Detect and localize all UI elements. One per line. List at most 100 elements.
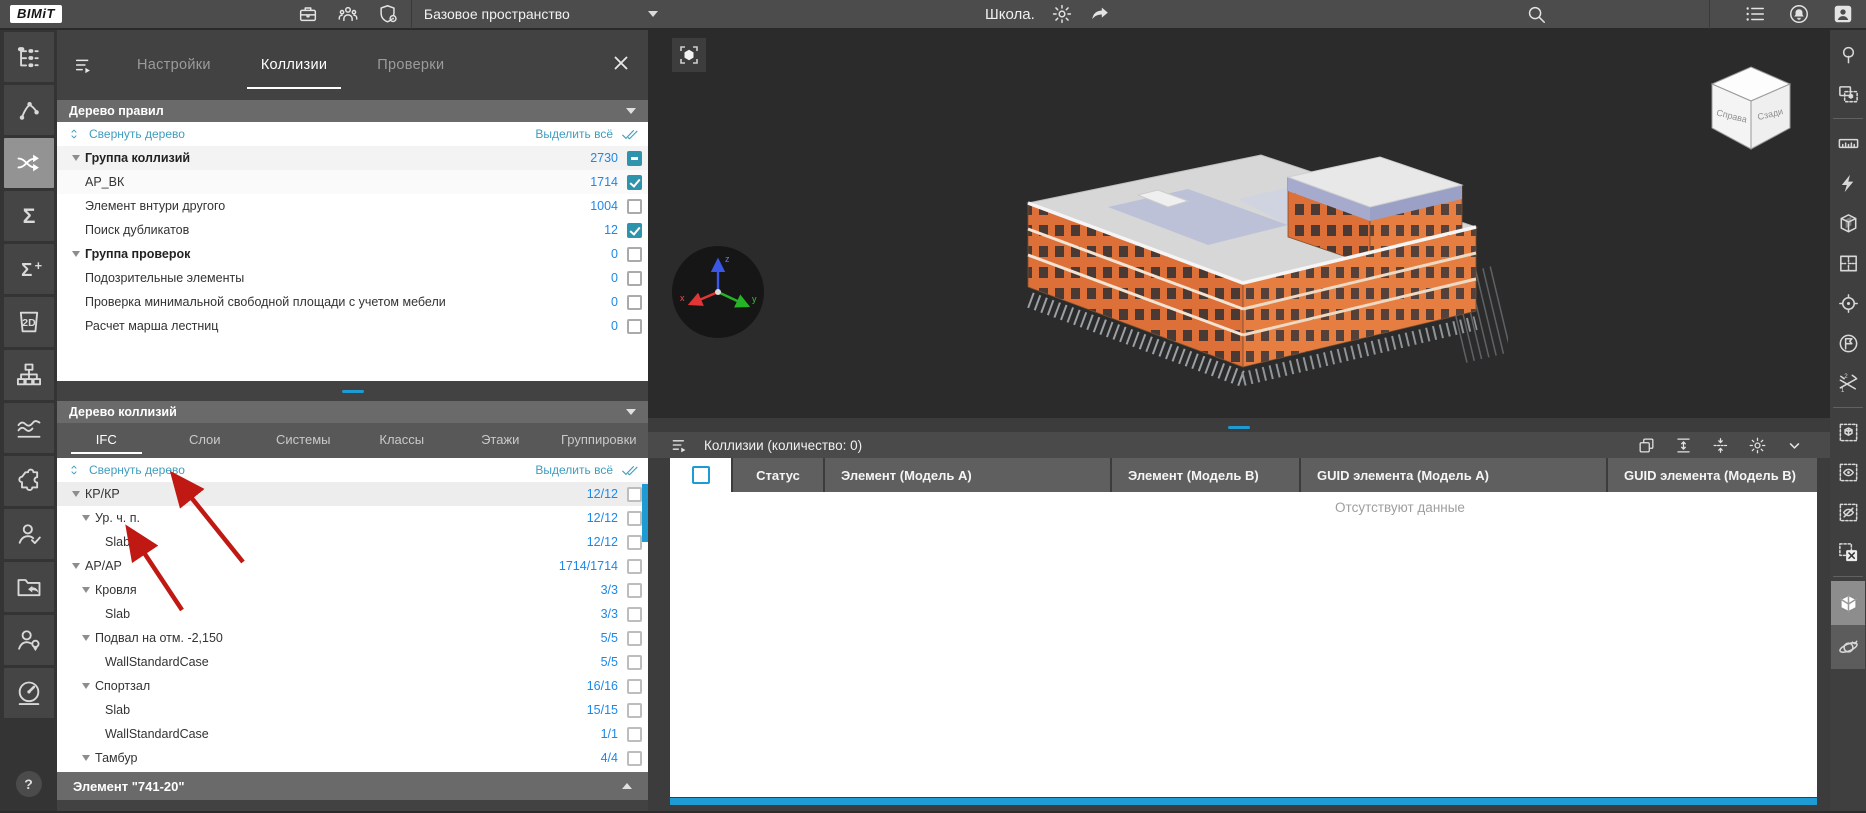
rules-tree-row[interactable]: АР_ВК1714 — [57, 170, 648, 194]
collision-tree-row[interactable]: WallStandardCase1/1 — [57, 722, 648, 746]
show-selection-button[interactable] — [1831, 452, 1865, 492]
close-icon[interactable] — [610, 52, 632, 74]
rules-tree-row[interactable]: Расчет марша лестниц0 — [57, 314, 648, 338]
column-header[interactable]: GUID элемента (Модель B) — [1608, 458, 1817, 492]
environment-button[interactable] — [1831, 34, 1865, 74]
tree-row-checkbox[interactable] — [627, 175, 642, 190]
shield-access-icon[interactable] — [377, 3, 399, 25]
panel-menu-icon[interactable] — [73, 54, 95, 76]
rules-tree-row[interactable]: Группа проверок0 — [57, 242, 648, 266]
tree-caret-icon[interactable] — [82, 635, 90, 641]
tree-caret-icon[interactable] — [82, 515, 90, 521]
collision-tree-row[interactable]: АР/АР1714/1714 — [57, 554, 648, 578]
structure-chart-button[interactable] — [4, 350, 54, 400]
tree-caret-icon[interactable] — [82, 755, 90, 761]
locate-button[interactable] — [1831, 283, 1865, 323]
clear-selection-button[interactable] — [1831, 532, 1865, 572]
floor-plan-button[interactable] — [1831, 243, 1865, 283]
column-header[interactable]: Элемент (Модель A) — [825, 458, 1110, 492]
collision-tab-слои[interactable]: Слои — [156, 423, 255, 458]
search-icon[interactable] — [1525, 3, 1547, 25]
tree-row-checkbox[interactable] — [627, 199, 642, 214]
shared-folder-button[interactable] — [4, 562, 54, 612]
tree-row-checkbox[interactable] — [627, 559, 642, 574]
splitter-handle[interactable] — [342, 390, 364, 393]
collapse-tree-icon[interactable] — [67, 127, 81, 141]
rules-tree-header[interactable]: Дерево правил — [57, 100, 648, 122]
double-check-icon[interactable] — [621, 126, 638, 143]
select-all-checkbox[interactable] — [692, 466, 710, 484]
tree-caret-icon[interactable] — [72, 251, 80, 257]
tree-row-checkbox[interactable] — [627, 535, 642, 550]
collision-tree-row[interactable]: Ур. ч. п.12/12 — [57, 506, 648, 530]
tab-проверки[interactable]: Проверки — [363, 49, 458, 81]
collapse-tree-icon[interactable] — [67, 463, 81, 477]
tree-row-checkbox[interactable] — [627, 727, 642, 742]
collapse-rows-button[interactable] — [1711, 436, 1730, 455]
user-location-button[interactable] — [4, 615, 54, 665]
viewport-3d[interactable]: Справа Сзади z y x — [648, 30, 1830, 811]
share-icon[interactable] — [1089, 3, 1111, 25]
isolate-selection-button[interactable] — [1831, 412, 1865, 452]
collision-tab-ifc[interactable]: IFC — [57, 423, 156, 458]
rules-tree-row[interactable]: Поиск дубликатов12 — [57, 218, 648, 242]
view-2d-button[interactable]: 2D — [4, 297, 54, 347]
tree-row-checkbox[interactable] — [627, 319, 642, 334]
axis-gizmo[interactable]: z y x — [668, 242, 768, 342]
building-model[interactable] — [988, 115, 1508, 415]
select-all-link[interactable]: Выделить всё — [535, 127, 613, 141]
point-of-interest-button[interactable] — [1831, 323, 1865, 363]
tree-row-checkbox[interactable] — [627, 487, 642, 502]
collision-tree-row[interactable]: Slab12/12 — [57, 530, 648, 554]
chevron-down-icon[interactable] — [626, 409, 636, 415]
app-logo[interactable]: BIMiT — [10, 5, 62, 23]
rules-tree-row[interactable]: Подозрительные элементы0 — [57, 266, 648, 290]
measure-button[interactable] — [1831, 123, 1865, 163]
account-icon[interactable] — [1832, 3, 1854, 25]
collision-tree-row[interactable]: Спортзал16/16 — [57, 674, 648, 698]
expand-rows-button[interactable] — [1674, 436, 1693, 455]
panel-resize-handle[interactable] — [1228, 426, 1250, 429]
tree-caret-icon[interactable] — [82, 587, 90, 593]
table-settings-button[interactable] — [1748, 436, 1767, 455]
collision-tree-header[interactable]: Дерево коллизий — [57, 401, 648, 423]
collision-tree-row[interactable]: Кровля3/3 — [57, 578, 648, 602]
tree-caret-icon[interactable] — [72, 155, 80, 161]
projects-briefcase-icon[interactable] — [297, 3, 319, 25]
clash-detection-button[interactable] — [4, 138, 54, 188]
collision-tree-row[interactable]: WallStandardCase5/5 — [57, 650, 648, 674]
help-button[interactable]: ? — [16, 771, 42, 797]
team-icon[interactable] — [337, 3, 359, 25]
select-all-link[interactable]: Выделить всё — [535, 463, 613, 477]
tree-caret-icon[interactable] — [82, 683, 90, 689]
section-box-button[interactable] — [1831, 203, 1865, 243]
table-menu-icon[interactable] — [670, 435, 690, 455]
model-structure-button[interactable] — [4, 32, 54, 82]
tab-коллизии[interactable]: Коллизии — [247, 49, 341, 81]
collision-tab-классы[interactable]: Классы — [353, 423, 452, 458]
rules-tree-row[interactable]: Группа коллизий2730 — [57, 146, 648, 170]
collapse-tree-link[interactable]: Свернуть дерево — [89, 127, 185, 141]
tree-row-checkbox[interactable] — [627, 655, 642, 670]
column-header[interactable]: Элемент (Модель B) — [1112, 458, 1299, 492]
collapse-tree-link[interactable]: Свернуть дерево — [89, 463, 185, 477]
approvals-button[interactable] — [4, 509, 54, 559]
chevron-up-icon[interactable] — [622, 783, 632, 789]
hide-selection-button[interactable] — [1831, 492, 1865, 532]
tree-row-checkbox[interactable] — [627, 703, 642, 718]
collision-tree-row[interactable]: Подвал на отм. -2,1505/5 — [57, 626, 648, 650]
totals-button[interactable]: Σ — [4, 191, 54, 241]
workspace-selector[interactable]: Базовое пространство — [424, 6, 658, 22]
tree-row-checkbox[interactable] — [627, 511, 642, 526]
tree-row-checkbox[interactable] — [627, 223, 642, 238]
select-all-checkbox-cell[interactable] — [670, 458, 731, 492]
collision-tree-row[interactable]: Slab3/3 — [57, 602, 648, 626]
plugins-button[interactable] — [4, 456, 54, 506]
dashboard-button[interactable] — [4, 668, 54, 718]
collision-tree-row[interactable]: Slab15/15 — [57, 698, 648, 722]
column-header[interactable]: GUID элемента (Модель A) — [1301, 458, 1606, 492]
tree-row-checkbox[interactable] — [627, 271, 642, 286]
orbit-view-button[interactable] — [1831, 625, 1865, 669]
fit-view-button[interactable] — [672, 38, 706, 72]
tree-caret-icon[interactable] — [72, 563, 80, 569]
